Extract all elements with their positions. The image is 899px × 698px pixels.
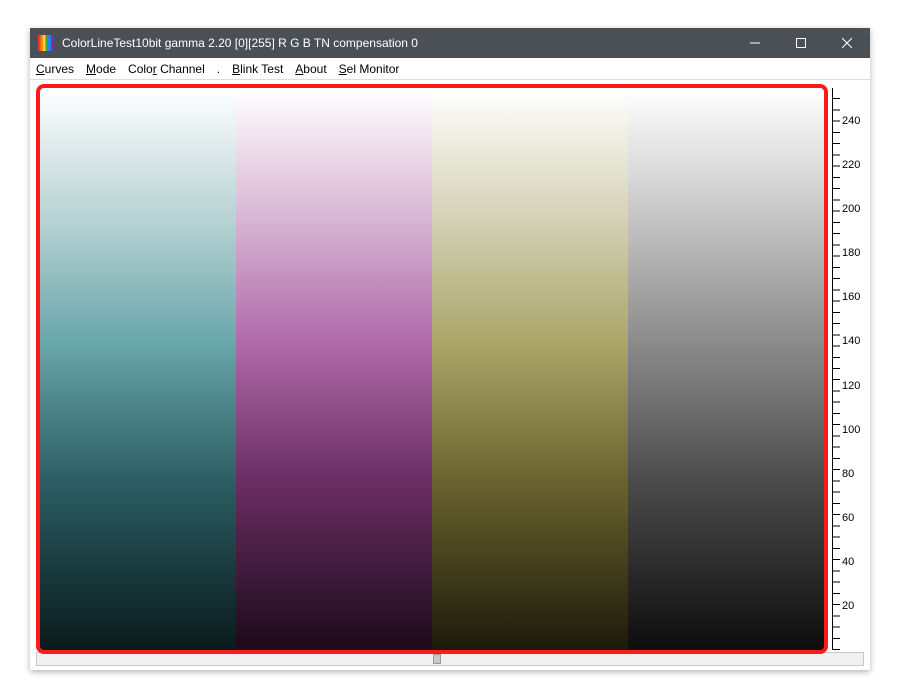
- ruler-label: 220: [842, 159, 860, 171]
- menu-mode[interactable]: Mode: [86, 62, 116, 76]
- title-bar[interactable]: ColorLineTest10bit gamma 2.20 [0][255] R…: [30, 28, 870, 58]
- client-area: 240 220 200 180 160 140 120 100 80 60 40 20: [30, 80, 870, 670]
- close-button[interactable]: [824, 28, 870, 58]
- ruler-label: 160: [842, 291, 860, 303]
- maximize-icon: [796, 38, 806, 48]
- minimize-button[interactable]: [732, 28, 778, 58]
- gradient-test-area: [40, 88, 824, 650]
- gradient-column-grey: [628, 88, 824, 650]
- menu-bar: Curves Mode Color Channel . Blink Test A…: [30, 58, 870, 80]
- ruler-label: 100: [842, 424, 860, 436]
- menu-separator-dot: .: [217, 62, 220, 76]
- gradient-column-yellow: [432, 88, 628, 650]
- menu-curves[interactable]: Curves: [36, 62, 74, 76]
- menu-blink-test[interactable]: Blink Test: [232, 62, 283, 76]
- ruler-label: 60: [842, 512, 854, 524]
- ruler-label: 20: [842, 600, 854, 612]
- ruler-label: 140: [842, 335, 860, 347]
- maximize-button[interactable]: [778, 28, 824, 58]
- ruler-label: 200: [842, 203, 860, 215]
- menu-about[interactable]: About: [295, 62, 326, 76]
- app-window: ColorLineTest10bit gamma 2.20 [0][255] R…: [30, 28, 870, 670]
- ruler-label: 40: [842, 556, 854, 568]
- ruler-label: 80: [842, 468, 854, 480]
- vertical-ruler: 240 220 200 180 160 140 120 100 80 60 40 20: [832, 88, 868, 650]
- gradient-column-cyan: [40, 88, 236, 650]
- window-controls: [732, 28, 870, 58]
- scrollbar-thumb[interactable]: [433, 654, 441, 664]
- menu-sel-monitor[interactable]: Sel Monitor: [339, 62, 400, 76]
- ruler-label: 180: [842, 247, 860, 259]
- horizontal-scrollbar[interactable]: [36, 652, 864, 666]
- ruler-label: 240: [842, 115, 860, 127]
- ruler-ticks: [832, 88, 840, 650]
- app-icon: [38, 35, 54, 51]
- window-title: ColorLineTest10bit gamma 2.20 [0][255] R…: [62, 36, 732, 50]
- gradient-column-magenta: [236, 88, 432, 650]
- menu-color-channel[interactable]: Color Channel: [128, 62, 205, 76]
- minimize-icon: [750, 38, 760, 48]
- ruler-label: 120: [842, 380, 860, 392]
- close-icon: [842, 38, 852, 48]
